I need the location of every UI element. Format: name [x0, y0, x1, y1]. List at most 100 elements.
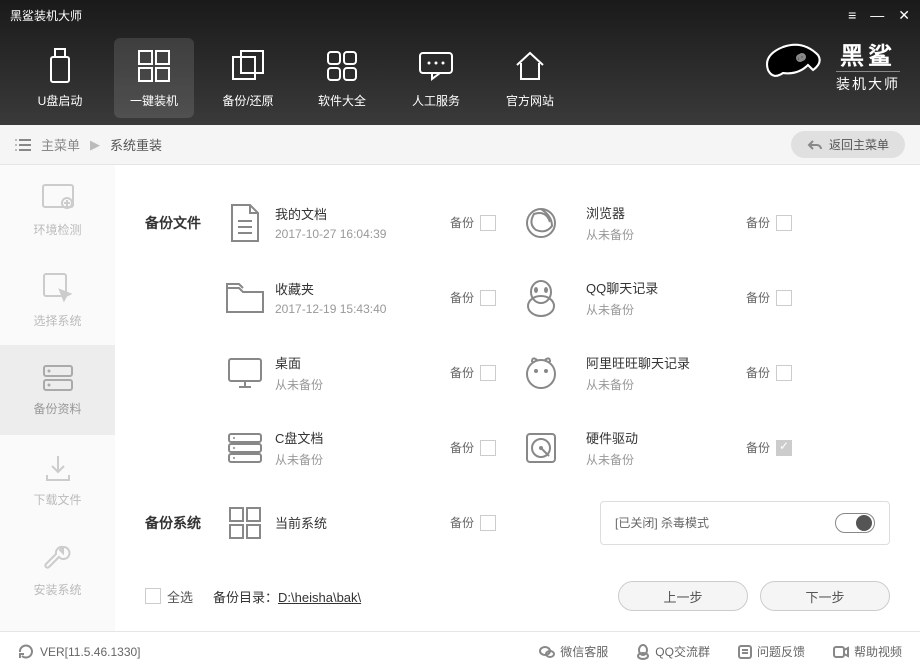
logo-text-small: 装机大师 — [836, 71, 900, 94]
folder-icon — [225, 282, 265, 314]
footer-links: 微信客服 QQ交流群 问题反馈 帮助视频 — [539, 643, 902, 660]
backup-icon — [231, 49, 265, 83]
env-icon — [41, 183, 75, 213]
close-icon[interactable]: ✕ — [898, 7, 910, 24]
next-button[interactable]: 下一步 — [760, 581, 890, 611]
prev-button[interactable]: 上一步 — [618, 581, 748, 611]
back-button[interactable]: 返回主菜单 — [791, 131, 905, 158]
checkbox[interactable] — [480, 290, 496, 306]
back-icon — [807, 139, 823, 151]
file-row: 桌面 从未备份 备份 阿里旺旺聊天记录 从未备份 备份 — [145, 335, 890, 410]
virus-mode-box: [已关闭] 杀毒模式 — [600, 501, 890, 545]
logo: 黑鲨 装机大师 — [758, 35, 900, 95]
item-sub: 2017-12-19 15:43:40 — [275, 302, 450, 316]
breadcrumb-root[interactable]: 主菜单 — [41, 135, 80, 154]
checkbox[interactable] — [776, 365, 792, 381]
system-row: 备份系统 当前系统 备份 [已关闭] 杀毒模式 — [145, 485, 890, 560]
item-name: 我的文档 — [275, 204, 450, 223]
nav-tab-usb[interactable]: U盘启动 — [20, 38, 100, 118]
minimize-icon[interactable]: — — [870, 7, 884, 23]
sidebar-label: 选择系统 — [33, 312, 81, 329]
checkbox[interactable] — [776, 290, 792, 306]
wangwang-icon — [522, 354, 560, 392]
window-controls: ≡ — ✕ — [848, 7, 910, 24]
file-row: 收藏夹 2017-12-19 15:43:40 备份 QQ聊天记录 从未备份 备… — [145, 260, 890, 335]
backup-path[interactable]: 备份目录：D:\heisha\bak\ — [213, 587, 361, 606]
wrench-icon — [43, 543, 73, 573]
checkbox[interactable] — [776, 215, 792, 231]
title-bar: 黑鲨装机大师 ≡ — ✕ — [0, 0, 920, 30]
select-all-label: 全选 — [167, 587, 193, 606]
item-sub: 从未备份 — [586, 301, 746, 318]
video-icon — [833, 646, 849, 658]
sidebar-label: 备份资料 — [33, 400, 81, 417]
sidebar-item-backup[interactable]: 备份资料 — [0, 345, 115, 435]
item-name: 桌面 — [275, 353, 450, 372]
backup-label: 备份 — [746, 289, 770, 306]
sidebar-item-install[interactable]: 安装系统 — [0, 525, 115, 615]
data-icon — [42, 364, 74, 392]
checkbox[interactable] — [145, 588, 161, 604]
menu-icon[interactable]: ≡ — [848, 7, 856, 23]
logo-text-big: 黑鲨 — [840, 36, 896, 71]
nav-tab-backup[interactable]: 备份/还原 — [208, 38, 288, 118]
browser-icon — [522, 204, 560, 242]
header: 黑鲨装机大师 ≡ — ✕ U盘启动 一键装机 备份/还原 软件大全 人工服务 — [0, 0, 920, 125]
link-feedback[interactable]: 问题反馈 — [738, 643, 805, 660]
sidebar: 环境检测 选择系统 备份资料 下载文件 安装系统 — [0, 165, 115, 631]
main: 环境检测 选择系统 备份资料 下载文件 安装系统 备份文件 我的文档 — [0, 165, 920, 631]
nav-tab-software[interactable]: 软件大全 — [302, 38, 382, 118]
checkbox[interactable] — [480, 365, 496, 381]
sidebar-label: 下载文件 — [33, 491, 81, 508]
link-wechat[interactable]: 微信客服 — [539, 643, 608, 660]
refresh-icon[interactable] — [18, 644, 34, 660]
document-icon — [228, 203, 262, 243]
back-label: 返回主菜单 — [829, 136, 889, 153]
sidebar-label: 环境检测 — [33, 221, 81, 238]
nav-label: 人工服务 — [412, 92, 460, 109]
sidebar-label: 安装系统 — [33, 581, 81, 598]
chevron-right-icon: ▶ — [90, 137, 100, 153]
nav-tab-website[interactable]: 官方网站 — [490, 38, 570, 118]
virus-toggle[interactable] — [835, 513, 875, 533]
hdd-icon — [523, 430, 559, 466]
select-all[interactable]: 全选 — [145, 587, 193, 606]
nav-tab-reinstall[interactable]: 一键装机 — [114, 38, 194, 118]
backup-label: 备份 — [450, 364, 474, 381]
qq-small-icon — [636, 644, 650, 660]
content: 备份文件 我的文档 2017-10-27 16:04:39 备份 浏览器 从未备… — [115, 165, 920, 631]
item-name: 收藏夹 — [275, 279, 450, 298]
backup-label: 备份 — [746, 364, 770, 381]
link-qqgroup[interactable]: QQ交流群 — [636, 643, 710, 660]
item-name: 硬件驱动 — [586, 428, 746, 447]
path-label: 备份目录： — [213, 590, 278, 605]
backup-label: 备份 — [450, 214, 474, 231]
backup-label: 备份 — [746, 439, 770, 456]
sidebar-item-envcheck[interactable]: 环境检测 — [0, 165, 115, 255]
path-value: D:\heisha\bak\ — [278, 590, 361, 605]
checkbox[interactable] — [480, 215, 496, 231]
nav-tab-service[interactable]: 人工服务 — [396, 38, 476, 118]
section-label-files: 备份文件 — [145, 213, 215, 233]
checkbox[interactable] — [776, 440, 792, 456]
list-icon — [15, 138, 31, 152]
download-icon — [43, 453, 73, 483]
sidebar-item-selectsys[interactable]: 选择系统 — [0, 255, 115, 345]
section-label-system: 备份系统 — [145, 513, 215, 533]
nav-label: 软件大全 — [318, 92, 366, 109]
link-help[interactable]: 帮助视频 — [833, 643, 902, 660]
qq-icon — [523, 278, 559, 318]
file-row: 备份文件 我的文档 2017-10-27 16:04:39 备份 浏览器 从未备… — [145, 185, 890, 260]
checkbox[interactable] — [480, 440, 496, 456]
item-sub: 从未备份 — [275, 451, 450, 468]
chat-icon — [418, 51, 454, 81]
nav-label: U盘启动 — [38, 92, 83, 109]
breadcrumb: 主菜单 ▶ 系统重装 — [15, 135, 162, 154]
item-name: 阿里旺旺聊天记录 — [586, 353, 746, 372]
version: VER[11.5.46.1330] — [18, 644, 141, 660]
sidebar-item-download[interactable]: 下载文件 — [0, 435, 115, 525]
checkbox[interactable] — [480, 515, 496, 531]
drive-icon — [226, 431, 264, 465]
nav-label: 备份/还原 — [222, 92, 273, 109]
desktop-icon — [225, 355, 265, 391]
